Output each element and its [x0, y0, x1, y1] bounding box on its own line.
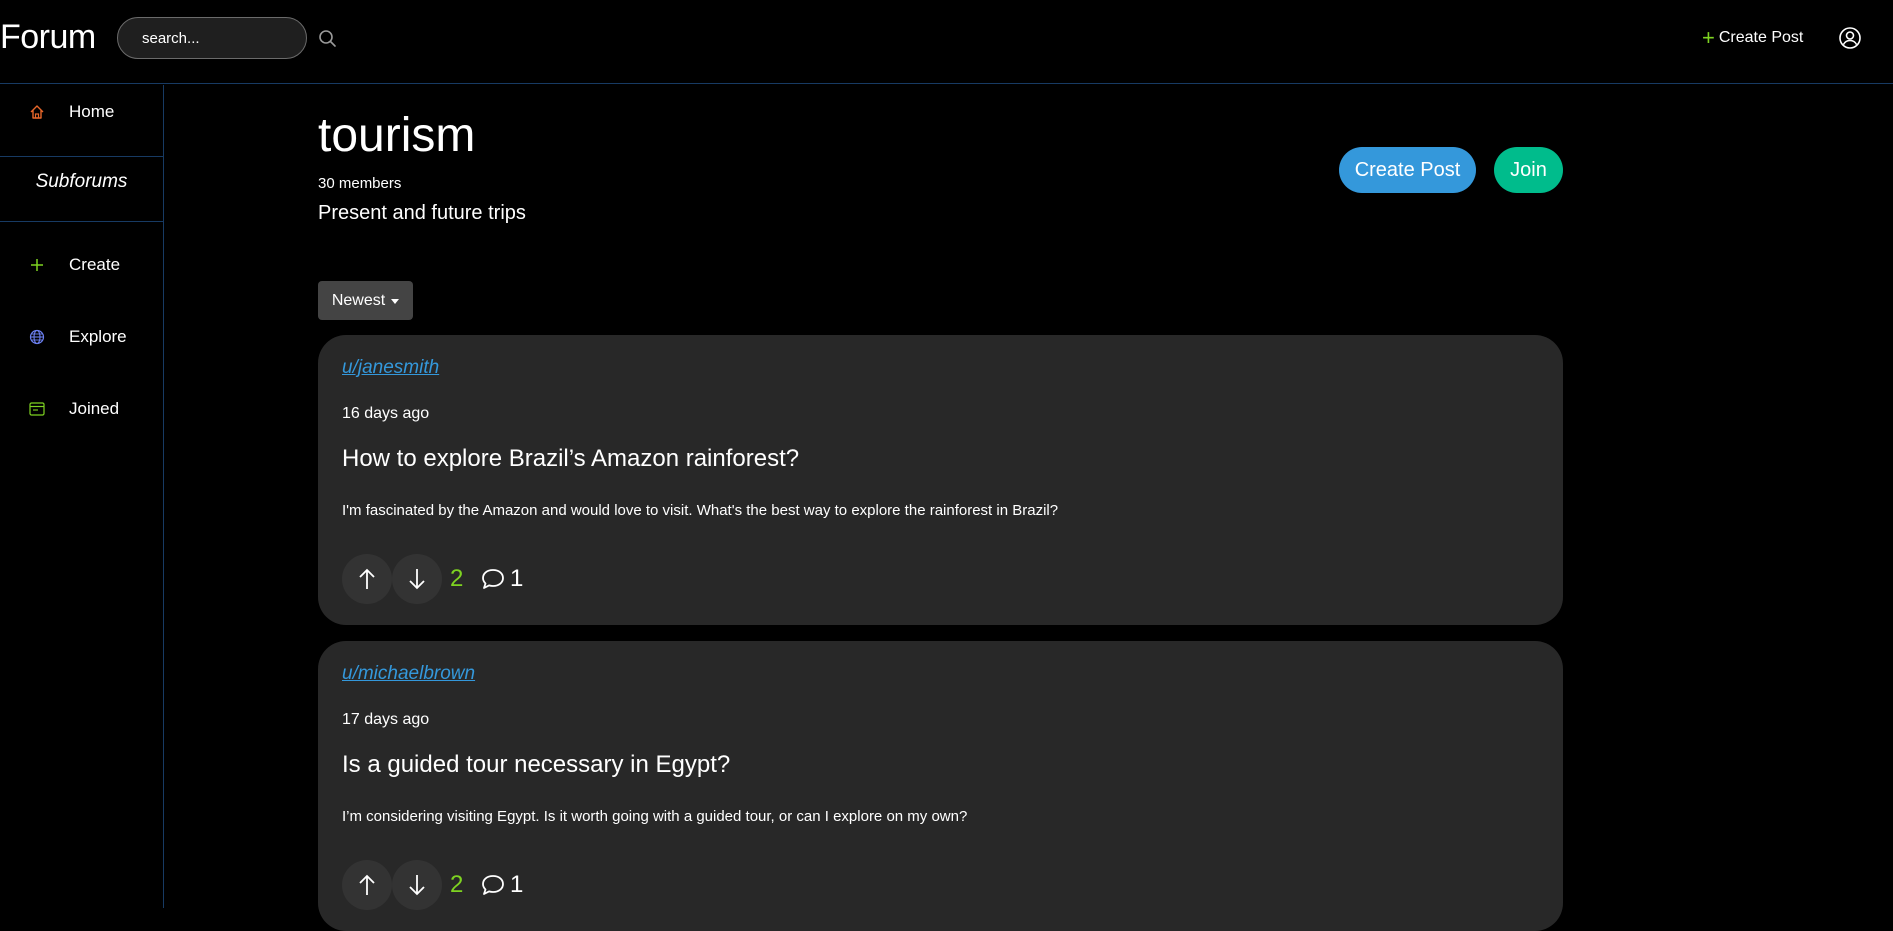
sidebar-item-label: Joined	[69, 399, 120, 418]
post-title[interactable]: How to explore Brazil’s Amazon rainfores…	[342, 445, 799, 473]
comments-button[interactable]: 1	[480, 871, 523, 899]
card-icon	[28, 400, 46, 418]
globe-icon	[28, 328, 46, 346]
subforums-heading: Subforums	[35, 171, 128, 192]
brand-logo[interactable]: Forum	[0, 18, 96, 57]
vote-score: 2	[450, 871, 464, 898]
sort-dropdown[interactable]: Newest	[318, 281, 413, 320]
comment-icon	[482, 569, 504, 589]
downvote-button[interactable]	[392, 554, 442, 604]
downvote-button[interactable]	[392, 860, 442, 910]
comment-count: 1	[510, 871, 524, 898]
post-author-link[interactable]: u/janesmith	[342, 357, 439, 379]
caret-down-icon	[391, 298, 400, 304]
post-card: u/michaelbrown 17 days ago Is a guided t…	[318, 641, 1563, 931]
subforum-description: Present and future trips	[318, 202, 526, 224]
home-icon	[28, 103, 46, 121]
sidebar-item-home[interactable]: Home	[0, 90, 163, 134]
post-author-link[interactable]: u/michaelbrown	[342, 663, 475, 685]
post-title[interactable]: Is a guided tour necessary in Egypt?	[342, 751, 730, 779]
comment-count: 1	[510, 565, 524, 592]
upvote-button[interactable]	[342, 860, 392, 910]
upvote-button[interactable]	[342, 554, 392, 604]
navbar-create-post-button[interactable]: + Create Post	[1702, 26, 1803, 50]
sidebar-divider	[0, 221, 163, 222]
comment-icon	[482, 875, 504, 895]
sidebar-item-explore[interactable]: Explore	[0, 315, 163, 359]
arrow-down-icon	[409, 569, 425, 590]
plus-icon: +	[1702, 25, 1715, 50]
profile-icon[interactable]	[1838, 26, 1862, 50]
arrow-down-icon	[409, 875, 425, 896]
subforum-title: tourism	[318, 109, 476, 162]
arrow-up-icon	[359, 568, 375, 589]
post-timestamp: 17 days ago	[342, 711, 430, 728]
post-card: u/janesmith 16 days ago How to explore B…	[318, 335, 1563, 625]
sort-label: Newest	[331, 291, 386, 309]
post-body: I’m considering visiting Egypt. Is it wo…	[342, 808, 968, 825]
join-button[interactable]: Join	[1494, 147, 1563, 193]
sidebar-item-create[interactable]: Create	[0, 243, 163, 287]
search-input[interactable]	[117, 17, 307, 59]
vote-score: 2	[450, 565, 464, 592]
sidebar-item-label: Explore	[69, 327, 127, 346]
sidebar: Home Subforums Create Explore Joined	[0, 85, 164, 908]
sidebar-item-joined[interactable]: Joined	[0, 387, 163, 431]
sidebar-item-label: Home	[69, 102, 115, 121]
create-post-button[interactable]: Create Post	[1339, 147, 1476, 193]
sidebar-divider	[0, 156, 163, 157]
sidebar-item-label: Create	[69, 255, 121, 274]
arrow-up-icon	[359, 874, 375, 895]
plus-icon	[28, 256, 46, 274]
search-icon[interactable]	[318, 29, 338, 49]
post-timestamp: 16 days ago	[342, 405, 430, 422]
navbar-create-post-label: Create Post	[1718, 29, 1804, 46]
comments-button[interactable]: 1	[480, 565, 523, 593]
post-body: I'm fascinated by the Amazon and would l…	[342, 502, 1059, 519]
member-count: 30 members	[318, 175, 402, 192]
top-navbar: Forum + Create Post	[0, 0, 1893, 84]
